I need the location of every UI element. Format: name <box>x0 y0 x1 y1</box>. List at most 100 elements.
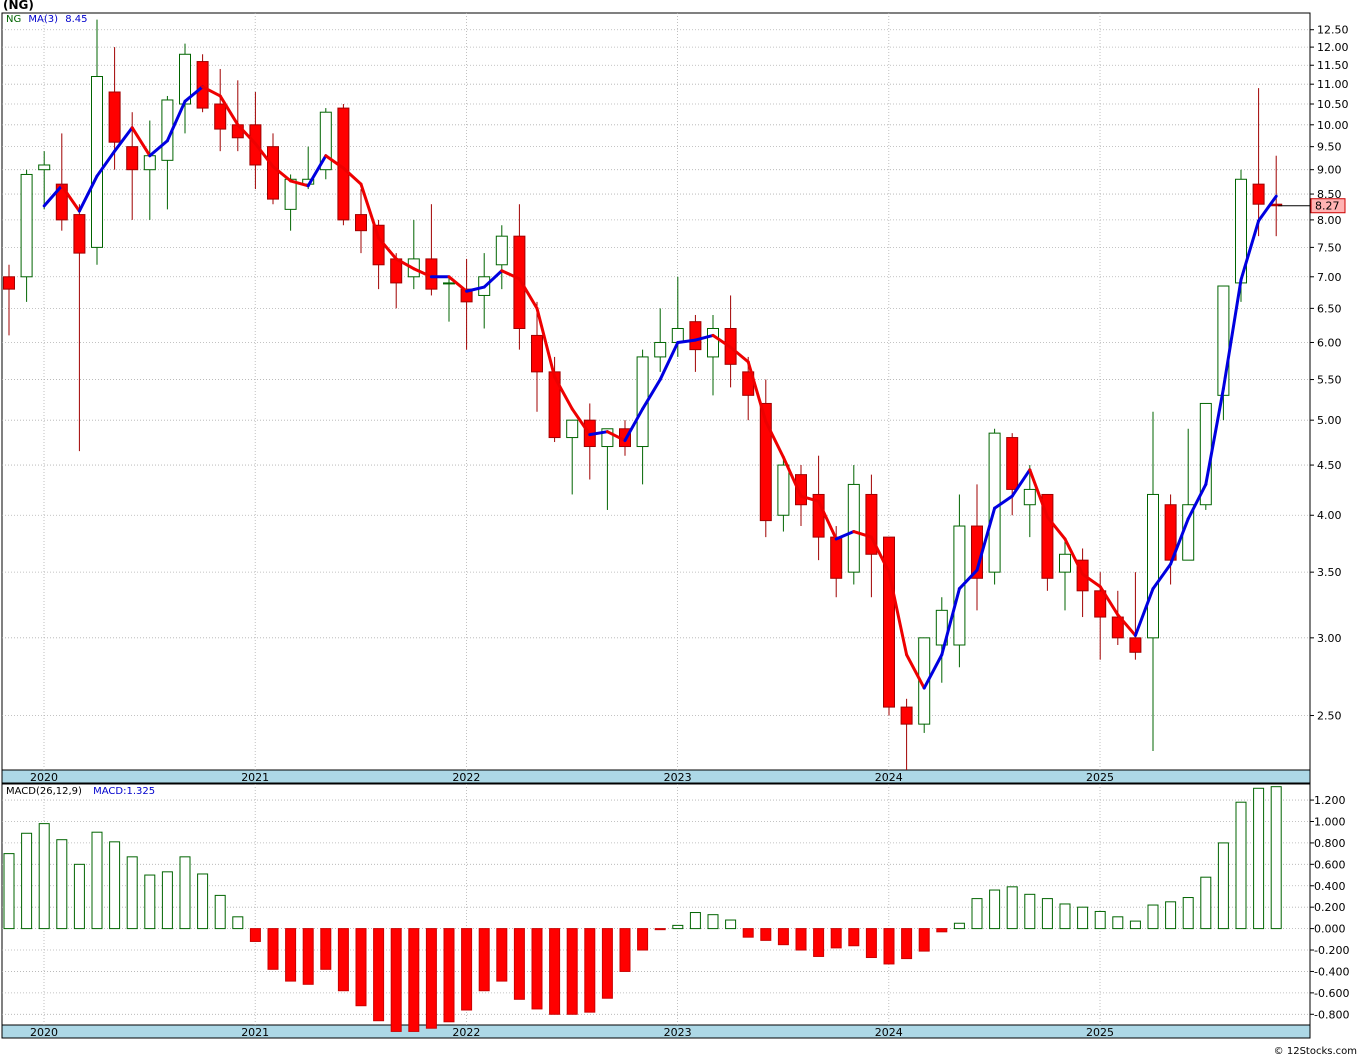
price-legend: NG MA(3) 8.45 <box>6 14 88 25</box>
price-y-tick-label: 4.00 <box>1317 509 1342 522</box>
candle-body <box>3 276 15 290</box>
macd-bar <box>777 928 789 946</box>
macd-bar <box>601 928 613 999</box>
price-x-tick-label: 2022 <box>452 771 480 784</box>
candle-body <box>777 464 790 516</box>
candle-body <box>566 419 579 439</box>
macd-bar <box>425 928 437 1029</box>
candle-body <box>443 282 455 285</box>
macd-bar <box>1077 906 1089 930</box>
price-legend-symbol: NG <box>6 14 22 25</box>
macd-bar <box>1165 901 1177 930</box>
macd-bar <box>584 928 596 1013</box>
candle-body <box>707 327 719 358</box>
macd-bar <box>179 856 191 930</box>
macd-bar <box>672 924 684 930</box>
macd-bar <box>285 928 297 982</box>
macd-x-tick-label: 2020 <box>30 1026 58 1039</box>
macd-y-tick-label: -0.200 <box>1314 944 1349 957</box>
macd-bar <box>830 928 842 949</box>
macd-bar <box>1217 842 1229 930</box>
candle-body <box>1147 493 1159 639</box>
macd-bar <box>619 928 631 972</box>
macd-bar <box>1200 876 1212 930</box>
price-y-tick-label: 9.50 <box>1317 141 1342 154</box>
candle-body <box>830 536 843 579</box>
macd-bar <box>1182 897 1194 930</box>
macd-x-tick-label: 2025 <box>1086 1026 1114 1039</box>
candle-body <box>1023 488 1036 506</box>
macd-bar <box>337 928 349 992</box>
candle-body <box>267 146 279 200</box>
macd-bar <box>214 894 226 930</box>
last-price-label: 8.27 <box>1315 200 1340 213</box>
macd-bar <box>197 873 209 930</box>
macd-bar <box>355 928 367 1007</box>
macd-bar <box>443 928 455 1023</box>
macd-bar <box>320 928 332 970</box>
price-y-tick-label: 12.00 <box>1317 41 1349 54</box>
price-y-tick-label: 10.50 <box>1317 98 1349 111</box>
macd-bar <box>1024 893 1036 930</box>
macd-bar <box>91 831 103 930</box>
macd-bar <box>302 928 314 985</box>
macd-bar <box>1059 903 1071 930</box>
candle-body <box>1217 285 1230 396</box>
candle-body <box>38 164 51 171</box>
candle-body <box>108 91 121 143</box>
macd-bar <box>126 856 138 930</box>
price-y-tick-label: 6.00 <box>1317 336 1342 349</box>
macd-bar <box>513 928 525 1000</box>
price-y-tick-label: 2.50 <box>1317 710 1342 723</box>
macd-x-tick-label: 2024 <box>875 1026 903 1039</box>
price-legend-ma-value: 8.45 <box>65 14 88 25</box>
candle-body <box>513 235 526 329</box>
chart-root: 2.50 3.00 3.50 4.00 4.50 5.00 5.50 6.00 6.50 7.00… <box>0 0 1360 1056</box>
macd-y-tick-label: -0.600 <box>1314 987 1349 1000</box>
macd-bar <box>742 928 754 938</box>
macd-bar <box>461 928 473 1011</box>
macd-y-tick-label: -0.800 <box>1314 1008 1349 1021</box>
ticker-title: (NG) <box>3 0 34 12</box>
price-panel-frame <box>1 12 1311 771</box>
candle-body <box>355 214 367 232</box>
candle-body <box>495 235 508 266</box>
price-y-tick-label: 7.50 <box>1317 241 1342 254</box>
macd-bar <box>109 841 121 930</box>
price-y-tick-label: 10.00 <box>1317 119 1349 132</box>
price-legend-ma-label: MA(3) <box>28 14 59 25</box>
macd-bar <box>1253 787 1265 930</box>
macd-y-tick-label: 1.200 <box>1314 794 1346 807</box>
macd-bar <box>795 928 807 951</box>
candle-body <box>531 334 543 373</box>
candle-body <box>284 178 297 210</box>
candle-body <box>671 327 684 343</box>
macd-y-tick-label: 0.000 <box>1314 923 1346 936</box>
macd-y-tick-label: 0.200 <box>1314 901 1346 914</box>
macd-bar <box>1235 801 1247 930</box>
price-y-tick-label: 3.50 <box>1317 566 1342 579</box>
macd-bar <box>161 871 173 930</box>
macd-bar <box>531 928 543 1010</box>
macd-bar <box>56 839 68 930</box>
candle-body <box>654 341 667 358</box>
macd-bar <box>73 863 85 930</box>
price-x-tick-label: 2024 <box>875 771 903 784</box>
candle-body <box>73 214 86 254</box>
macd-bar <box>1112 916 1124 930</box>
price-x-tick-label: 2020 <box>30 771 58 784</box>
macd-bar <box>848 928 860 947</box>
candle-body <box>900 706 913 725</box>
macd-bar <box>38 823 50 930</box>
candle-body <box>1059 553 1071 573</box>
macd-legend-value: MACD:1.325 <box>93 786 156 797</box>
candle-body <box>1252 183 1265 205</box>
macd-bar <box>566 928 578 1015</box>
price-y-tick-label: 11.00 <box>1317 78 1349 91</box>
macd-y-tick-label: -0.400 <box>1314 965 1349 978</box>
candle-body <box>372 224 385 266</box>
macd-x-tick-label: 2023 <box>664 1026 692 1039</box>
macd-x-tick-label: 2022 <box>452 1026 480 1039</box>
macd-bar <box>637 928 649 951</box>
price-y-tick-label: 4.50 <box>1317 459 1342 472</box>
